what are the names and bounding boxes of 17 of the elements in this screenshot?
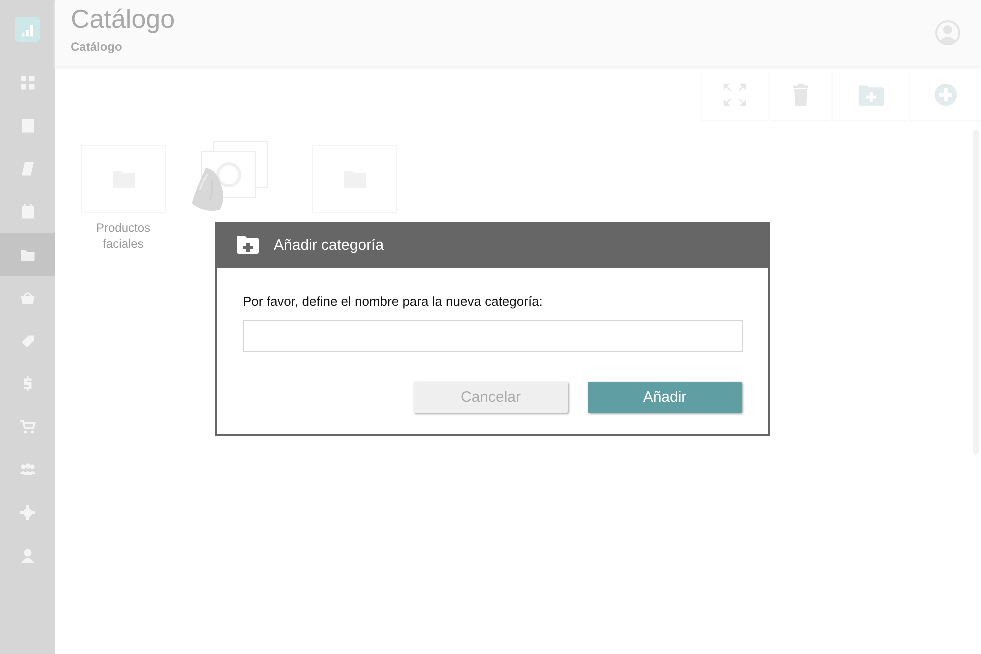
add-button[interactable] — [910, 70, 981, 120]
cancel-button[interactable]: Cancelar — [414, 382, 568, 413]
category-name-field[interactable] — [243, 320, 743, 352]
folder-label: Productos faciales — [95, 220, 152, 252]
expand-button[interactable] — [702, 70, 768, 120]
prompt-text: Por favor, define el nombre para la nueva categoría: — [243, 294, 544, 309]
folder-icon[interactable] — [0, 233, 55, 276]
add-button[interactable]: Añadir — [588, 382, 742, 413]
page-title: Catálogo — [71, 4, 176, 34]
app-logo-icon[interactable] — [15, 17, 40, 42]
breadcrumb[interactable]: Catálogo — [71, 40, 176, 54]
trash-button[interactable] — [770, 70, 831, 120]
folder-add-icon — [236, 235, 260, 255]
folder-add-button[interactable] — [833, 70, 908, 120]
expand-icon — [722, 82, 748, 108]
add-icon — [932, 82, 958, 108]
dialog-title: Añadir categoría — [274, 236, 384, 254]
